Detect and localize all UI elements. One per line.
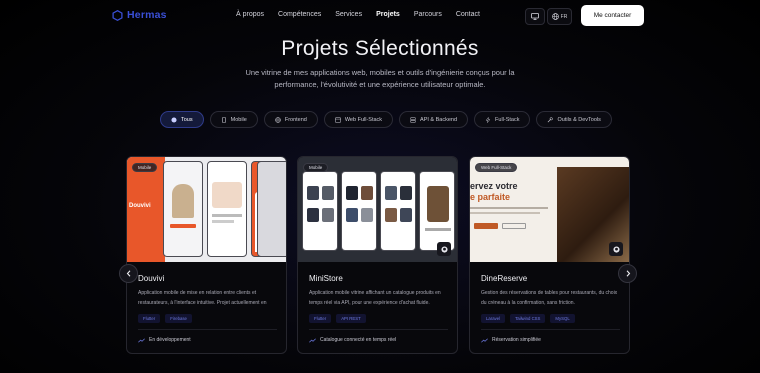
filter-frontend[interactable]: Frontend	[263, 111, 318, 128]
status-label: En développement	[149, 337, 191, 343]
phone-mockup	[419, 171, 455, 251]
project-status: En développement	[138, 337, 191, 343]
project-screenshot: ervez votre e parfaite Web Full-Stack	[470, 157, 629, 262]
contact-button[interactable]: Me contacter	[581, 5, 644, 26]
nav-link-contact[interactable]: Contact	[456, 11, 480, 18]
category-badge: Mobile	[132, 163, 158, 172]
tech-tag: Flutter	[138, 314, 161, 323]
hero-heading-line1: ervez votre	[470, 181, 518, 191]
trending-up-icon	[481, 337, 488, 343]
brand-logo[interactable]: Hermas	[112, 9, 167, 21]
project-description: Application mobile vitrine affichant un …	[309, 290, 441, 306]
filter-label: Mobile	[230, 116, 247, 123]
project-title: MiniStore	[309, 274, 343, 283]
phone-mockup	[341, 171, 377, 251]
brand-name: Hermas	[127, 9, 167, 21]
filter-label: Tous	[181, 116, 193, 123]
github-icon	[440, 245, 448, 253]
top-navbar: Hermas À propos Compétences Services Pro…	[0, 0, 760, 32]
globe-icon	[551, 13, 559, 20]
project-card-ministore[interactable]: Mobile MiniStore Application mobile vitr…	[297, 156, 458, 354]
wrench-icon	[548, 116, 554, 122]
filter-bar: Tous Mobile Frontend Web Full-Stack API …	[160, 111, 612, 128]
tech-tag: Firebase	[165, 314, 192, 323]
phone-mockup	[163, 161, 203, 257]
filter-label: Frontend	[284, 116, 307, 123]
nav-link-services[interactable]: Services	[335, 11, 362, 18]
filter-outils-devtools[interactable]: Outils & DevTools	[536, 111, 612, 128]
filter-label: Outils & DevTools	[557, 116, 601, 123]
hexagon-icon	[112, 9, 123, 21]
card-divider	[481, 329, 620, 330]
project-screenshot: Mobile	[298, 157, 457, 262]
phone-icon	[221, 116, 226, 123]
github-icon	[612, 245, 620, 253]
card-divider	[309, 329, 448, 330]
theme-toggle-button[interactable]	[525, 8, 545, 25]
phone-mockup	[207, 161, 247, 257]
nav-link-projets[interactable]: Projets	[376, 11, 400, 18]
phone-mockup	[380, 171, 416, 251]
chevron-left-icon	[126, 270, 130, 277]
chevron-right-icon	[626, 270, 630, 277]
globe-icon	[275, 116, 281, 123]
trending-up-icon	[309, 337, 316, 343]
category-badge: Web Full-Stack	[475, 163, 518, 172]
tech-tags: Flutter Firebase	[138, 314, 192, 323]
tech-tag: Flutter	[309, 314, 332, 323]
filter-label: Full-Stack	[495, 116, 520, 123]
status-label: Réservation simplifiée	[492, 337, 541, 343]
bolt-icon	[485, 116, 491, 123]
phone-mockup	[257, 161, 286, 257]
douvivi-logo-text: Douvivi	[129, 203, 151, 209]
tech-tag: API REST	[336, 314, 366, 323]
project-status: Réservation simplifiée	[481, 337, 541, 343]
language-button[interactable]: FR	[547, 8, 572, 25]
project-card-douvivi[interactable]: Douvivi Mobile Douvivi Application mobil…	[126, 156, 287, 354]
phone-mockup	[302, 171, 338, 251]
filter-web-fullstack[interactable]: Web Full-Stack	[323, 111, 394, 128]
project-title: Douvivi	[138, 274, 165, 283]
github-link-button[interactable]	[609, 242, 623, 256]
category-badge: Mobile	[303, 163, 329, 172]
filter-full-stack[interactable]: Full-Stack	[474, 111, 531, 128]
nav-link-parcours[interactable]: Parcours	[414, 11, 442, 18]
window-icon	[334, 116, 341, 123]
carousel-prev-button[interactable]	[119, 264, 138, 283]
status-label: Catalogue connecté en temps réel	[320, 337, 397, 343]
tech-tag: Laravel	[481, 314, 506, 323]
hero-heading-line2: e parfaite	[470, 192, 511, 202]
page-title: Projets Sélectionnés	[281, 37, 479, 60]
tech-tags: Laravel Tailwind CSS MySQL	[481, 314, 575, 323]
nav-link-competences[interactable]: Compétences	[278, 11, 321, 18]
github-link-button[interactable]	[437, 242, 451, 256]
card-divider	[138, 329, 277, 330]
project-status: Catalogue connecté en temps réel	[309, 337, 396, 343]
page-subtitle: Une vitrine de mes applications web, mob…	[245, 68, 515, 89]
filter-label: API & Backend	[420, 116, 458, 123]
server-icon	[410, 116, 416, 123]
trending-up-icon	[138, 337, 145, 343]
tech-tag: MySQL	[550, 314, 575, 323]
project-card-dinereserve[interactable]: ervez votre e parfaite Web Full-Stack Di…	[469, 156, 630, 354]
globe-icon	[171, 116, 177, 123]
project-title: DineReserve	[481, 274, 528, 283]
monitor-icon	[531, 13, 539, 20]
project-screenshot: Douvivi Mobile	[127, 157, 286, 262]
tech-tags: Flutter API REST	[309, 314, 366, 323]
filter-label: Web Full-Stack	[344, 116, 383, 123]
nav-link-apropos[interactable]: À propos	[236, 11, 264, 18]
language-label: FR	[560, 13, 568, 20]
filter-mobile[interactable]: Mobile	[209, 111, 258, 128]
tech-tag: Tailwind CSS	[510, 314, 546, 323]
filter-api-backend[interactable]: API & Backend	[399, 111, 469, 128]
filter-tous[interactable]: Tous	[160, 111, 204, 128]
project-description: Application mobile de mise en relation e…	[138, 290, 267, 306]
carousel-next-button[interactable]	[618, 264, 637, 283]
nav-links: À propos Compétences Services Projets Pa…	[236, 11, 494, 18]
project-description: Gestion des réservations de tables pour …	[481, 290, 618, 306]
